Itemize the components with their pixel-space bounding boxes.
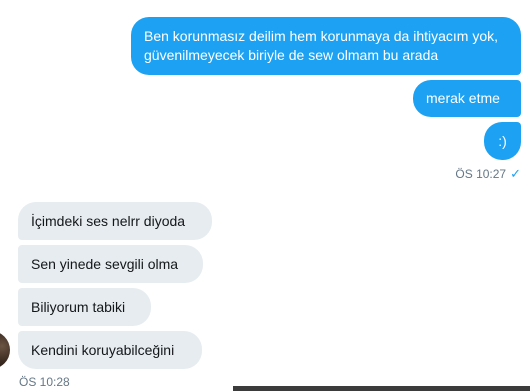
message-text: İçimdeki ses nelrr diyoda <box>31 212 186 229</box>
incoming-message[interactable]: Kendini koruyabilceğini <box>18 331 202 369</box>
avatar[interactable] <box>0 331 10 369</box>
incoming-message[interactable]: Sen yinede sevgili olma <box>18 245 203 283</box>
outgoing-message[interactable]: merak etme <box>413 80 521 117</box>
message-text: Ben korunmasız deilim hem korunmaya da i… <box>144 28 499 63</box>
message-text: Biliyorum tabiki <box>31 298 126 315</box>
outgoing-message[interactable]: :) <box>484 122 521 160</box>
incoming-message[interactable]: İçimdeki ses nelrr diyoda <box>18 202 212 240</box>
message-text: Kendini koruyabilceğini <box>31 341 175 358</box>
scroll-bar[interactable] <box>233 386 530 391</box>
message-text: :) <box>498 132 507 149</box>
incoming-timestamp: ÖS 10:28 <box>19 375 70 389</box>
message-text: merak etme <box>426 90 500 106</box>
timestamp-text: ÖS 10:27 <box>455 167 507 181</box>
read-check-icon: ✓ <box>510 166 521 181</box>
incoming-message[interactable]: Biliyorum tabiki <box>18 288 151 326</box>
timestamp-text: ÖS 10:28 <box>19 375 70 389</box>
outgoing-message[interactable]: Ben korunmasız deilim hem korunmaya da i… <box>131 17 521 75</box>
message-text: Sen yinede sevgili olma <box>31 255 179 272</box>
outgoing-timestamp: ÖS 10:27 ✓ <box>455 166 521 182</box>
